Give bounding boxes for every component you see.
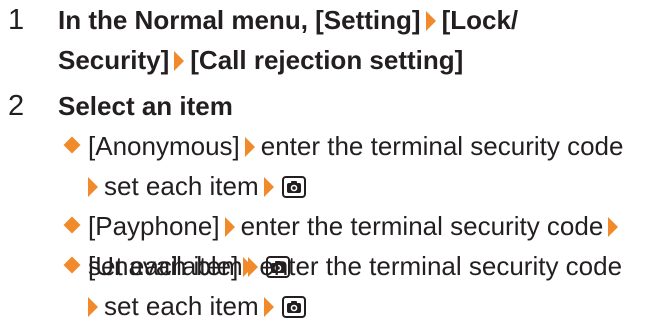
camera-key-icon [281,296,306,318]
item-label: [Unavailable] [88,251,239,281]
step-number: 1 [8,4,25,36]
step-1-security-label: Security] [58,45,170,75]
item-label: [Anonymous] [88,131,240,161]
arrow-right-icon [88,297,98,317]
list-item-anonymous: [Anonymous] enter the terminal security c… [63,126,646,206]
diamond-bullet-icon [63,216,81,234]
arrow-right-icon [608,217,619,237]
step-1-lock-label: [Lock/ [441,5,519,35]
diamond-bullet-icon [63,136,81,154]
step-2-text: Select an item [58,91,233,121]
arrow-right-icon [243,257,254,277]
arrow-right-icon [425,11,436,31]
list-item-unavailable: [Unavailable] enter the terminal security… [63,246,646,326]
diamond-bullet-icon [63,256,81,274]
step-1-line-1: In the Normal menu, [Setting] [Lock/ [58,0,638,40]
item-action-1: enter the terminal security code [259,251,623,281]
item-label: [Payphone] [88,211,220,241]
item-action-1: enter the terminal security code [240,211,604,241]
camera-key-icon [281,176,306,198]
step-number: 2 [8,90,25,122]
list-item-line-2: set each item [88,166,306,206]
arrow-right-icon [174,51,185,71]
arrow-right-icon [224,217,235,237]
list-item-line-1: [Payphone] enter the terminal security co… [88,206,624,246]
arrow-right-icon [88,177,98,197]
list-item-line-1: [Unavailable] enter the terminal security… [88,246,622,286]
step-1-menu-path: In the Normal menu, [Setting] [58,5,421,35]
step-1-line-2: Security] [Call rejection setting] [58,40,638,80]
arrow-right-icon [263,177,274,197]
list-item-line-1: [Anonymous] enter the terminal security c… [88,126,623,166]
list-item-line-2: set each item [88,286,306,326]
item-action-1: enter the terminal security code [260,131,624,161]
step-1-call-rejection-label: [Call rejection setting] [190,45,464,75]
item-action-2: set each item [104,171,259,201]
item-action-2: set each item [104,291,259,321]
arrow-right-icon [244,137,255,157]
arrow-right-icon [263,297,274,317]
